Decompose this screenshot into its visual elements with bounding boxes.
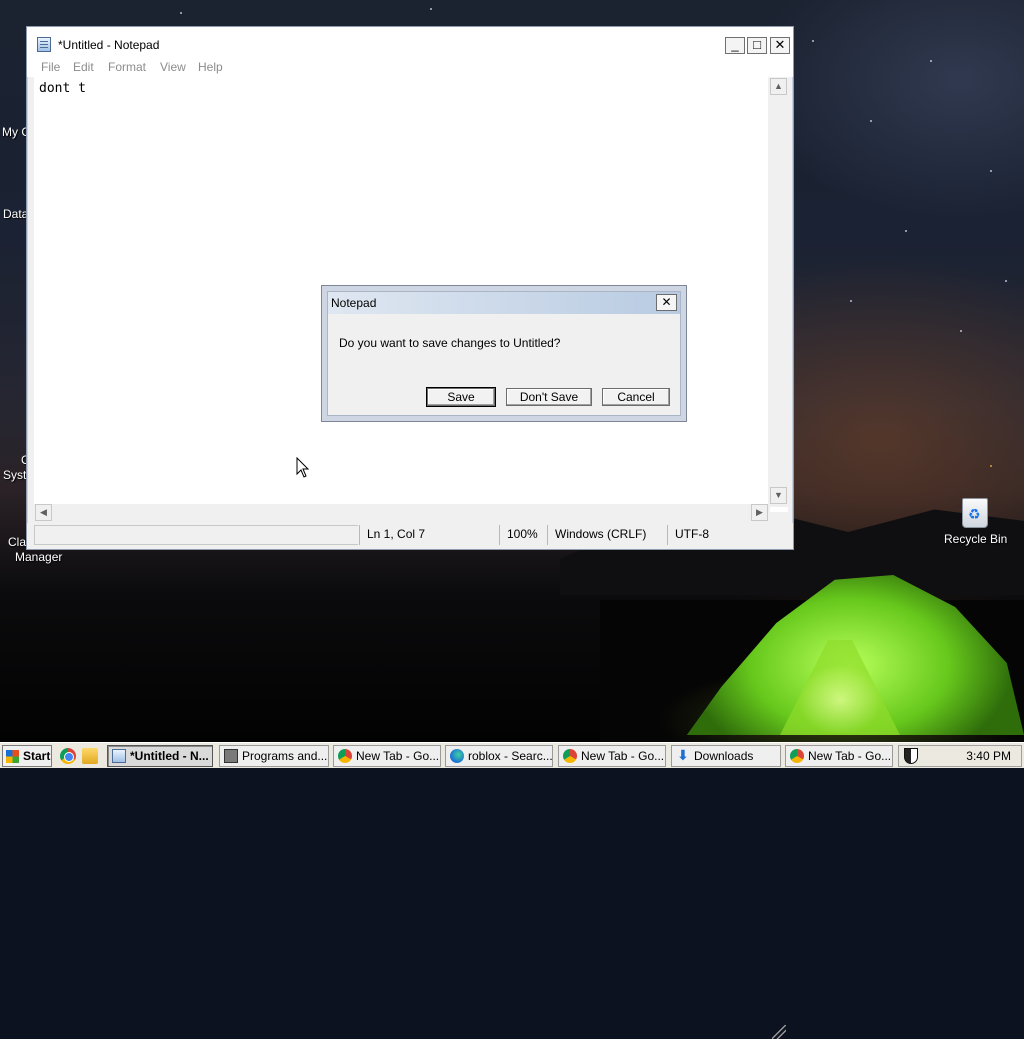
dialog-message: Do you want to save changes to Untitled? [339,336,561,350]
scroll-right-icon[interactable]: ▶ [751,504,768,521]
recycle-bin-shortcut[interactable]: ♻ Recycle Bin [944,498,1007,546]
status-line-ending: Windows (CRLF) [547,525,667,545]
taskbar-item-label: roblox - Searc... [468,749,553,763]
dialog-close-button[interactable]: ✕ [656,294,677,311]
chrome-icon [338,749,352,763]
system-tray: 3:40 PM [898,745,1022,767]
chrome-icon [790,749,804,763]
menu-file[interactable]: File [41,60,60,74]
window-title: *Untitled - Notepad [58,38,160,52]
recycle-bin-icon[interactable]: ♻ [962,498,988,528]
chrome-icon[interactable] [60,748,76,764]
taskbar: Start *Untitled - N... Programs and... N… [0,742,1024,768]
editor-content[interactable]: dont t [39,81,86,96]
taskbar-item-label: Programs and... [242,749,328,763]
taskbar-item-chrome[interactable]: New Tab - Go... [333,745,441,767]
windows-logo-icon [6,750,19,763]
taskbar-item-chrome[interactable]: New Tab - Go... [785,745,893,767]
status-bar: Ln 1, Col 7 100% Windows (CRLF) UTF-8 [27,523,793,1039]
notepad-icon [112,749,126,763]
chrome-icon [563,749,577,763]
programs-icon [224,749,238,763]
scroll-up-icon[interactable]: ▲ [770,78,787,95]
taskbar-item-label: New Tab - Go... [808,749,892,763]
dont-save-button[interactable]: Don't Save [506,388,592,406]
taskbar-item-programs[interactable]: Programs and... [219,745,329,767]
notepad-icon[interactable] [37,37,51,52]
cancel-button[interactable]: Cancel [602,388,670,406]
vertical-scrollbar[interactable]: ▲ ▼ [768,77,788,507]
desktop-icon-label[interactable]: Cla [8,535,26,549]
menu-bar: File Edit Format View Help [27,57,793,77]
taskbar-item-chrome[interactable]: New Tab - Go... [558,745,666,767]
notepad-titlebar[interactable]: *Untitled - Notepad _ □ ✕ [27,27,793,57]
taskbar-item-label: *Untitled - N... [130,749,209,763]
horizontal-scrollbar[interactable]: ◀ ▶ [34,504,770,522]
menu-edit[interactable]: Edit [73,60,94,74]
edge-icon [450,749,464,763]
save-changes-dialog[interactable]: Notepad ✕ Do you want to save changes to… [321,285,687,422]
taskbar-item-edge[interactable]: roblox - Searc... [445,745,553,767]
scroll-down-icon[interactable]: ▼ [770,487,787,504]
desktop-icon-label[interactable]: Data [3,207,28,221]
desktop-icon-label[interactable]: Manager [15,550,62,564]
status-encoding: UTF-8 [667,525,767,545]
menu-view[interactable]: View [160,60,186,74]
maximize-button[interactable]: □ [747,37,767,54]
download-icon: ⬇ [677,747,689,763]
taskbar-item-label: New Tab - Go... [356,749,440,763]
dialog-title: Notepad [331,296,377,310]
taskbar-item-downloads[interactable]: ⬇ Downloads [671,745,781,767]
start-button[interactable]: Start [2,745,52,767]
folder-icon[interactable] [82,748,98,764]
minimize-button[interactable]: _ [725,37,745,54]
taskbar-item-label: Downloads [694,749,754,763]
save-button[interactable]: Save [426,387,496,407]
recycle-bin-label[interactable]: Recycle Bin [944,532,1007,546]
taskbar-item-label: New Tab - Go... [581,749,665,763]
menu-format[interactable]: Format [108,60,146,74]
dialog-titlebar[interactable]: Notepad ✕ [328,292,680,314]
start-label: Start [23,749,51,763]
taskbar-item-notepad[interactable]: *Untitled - N... [107,745,213,767]
scroll-left-icon[interactable]: ◀ [35,504,52,521]
clock[interactable]: 3:40 PM [966,749,1011,763]
resize-grip-icon[interactable] [772,1025,786,1039]
close-button[interactable]: ✕ [770,37,790,54]
mouse-cursor-icon [296,457,310,478]
menu-help[interactable]: Help [198,60,223,74]
security-shield-icon[interactable] [904,748,918,764]
status-cursor-position: Ln 1, Col 7 [359,525,499,545]
status-zoom: 100% [499,525,547,545]
status-blank [34,525,358,545]
